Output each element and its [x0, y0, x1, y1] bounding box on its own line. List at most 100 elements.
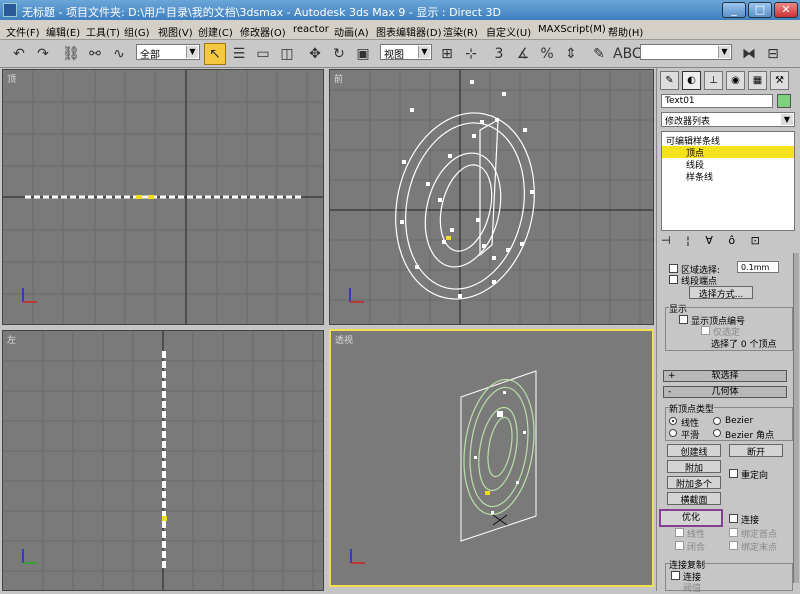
panel-scrollbar[interactable] [793, 253, 799, 583]
redo-icon[interactable]: ↷ [32, 43, 54, 65]
menu-file[interactable]: 文件(F) [6, 24, 40, 39]
maximize-button[interactable]: □ [748, 2, 772, 18]
area-select-value[interactable]: 0.1mm [737, 261, 779, 273]
chevron-down-icon: ▼ [186, 46, 198, 58]
snap-toggle-icon[interactable]: 3 [488, 43, 510, 65]
menu-maxscript[interactable]: MAXScript(M) [538, 24, 606, 35]
align-icon[interactable]: ⊟ [762, 43, 784, 65]
viewport-left[interactable]: 左 [2, 330, 324, 591]
modifier-list-dropdown[interactable]: 修改器列表 ▼ [661, 112, 795, 127]
rollup-minus-icon: - [668, 387, 672, 397]
select-manipulate-icon[interactable]: ⊹ [460, 43, 482, 65]
linear-checkbox-label: 线性 [687, 530, 706, 540]
configure-sets-icon[interactable]: ⊡ [751, 234, 766, 247]
attach-multiple-button[interactable]: 附加多个 [667, 476, 721, 490]
utilities-tab-icon[interactable]: ⚒ [770, 71, 789, 90]
selected-only-checkbox[interactable] [701, 326, 710, 335]
area-select-checkbox[interactable] [669, 264, 678, 273]
bind-space-warp-icon[interactable]: ∿ [108, 43, 130, 65]
viewport-perspective[interactable]: 透视 [329, 329, 654, 587]
window-crossing-icon[interactable]: ◫ [276, 43, 298, 65]
menu-modifiers[interactable]: 修改器(O) [240, 24, 286, 39]
menu-graph-editors[interactable]: 图表编辑器(D) [376, 24, 442, 39]
select-object-icon[interactable]: ↖ [204, 43, 226, 65]
refine-button[interactable]: 优化 [659, 509, 723, 527]
select-by-button[interactable]: 选择方式... [689, 286, 753, 300]
spinner-snap-icon[interactable]: ⇕ [560, 43, 582, 65]
menu-reactor[interactable]: reactor [293, 24, 329, 35]
menu-tools[interactable]: 工具(T) [86, 24, 120, 39]
pin-stack-icon[interactable]: ⊣ [661, 234, 677, 247]
reference-coordinate-dropdown[interactable]: 视图 ▼ [380, 44, 432, 61]
select-by-name-icon[interactable]: ☰ [228, 43, 250, 65]
coord-system-value: 视图 [384, 50, 404, 61]
closed-checkbox[interactable] [675, 541, 684, 550]
window-title: 无标题 - 项目文件夹: D:\用户目录\我的文档\3dsmax - Autod… [22, 6, 501, 19]
show-vertex-numbers-checkbox[interactable] [679, 315, 688, 324]
bind-last-checkbox[interactable] [729, 541, 738, 550]
break-button[interactable]: 断开 [729, 444, 783, 458]
bezier-corner-radio[interactable] [713, 429, 721, 437]
menu-help[interactable]: 帮助(H) [608, 24, 643, 39]
geometry-rollup[interactable]: - 几何体 [663, 386, 787, 398]
segment-end-checkbox[interactable] [669, 275, 678, 284]
select-link-icon[interactable]: ⛓ [60, 43, 82, 65]
minimize-button[interactable]: _ [722, 2, 746, 18]
stack-item-segment[interactable]: 线段 [662, 158, 794, 171]
object-name-field[interactable]: Text01 [661, 94, 773, 108]
menu-create[interactable]: 创建(C) [198, 24, 233, 39]
menu-group[interactable]: 组(G) [124, 24, 150, 39]
unlink-icon[interactable]: ⚯ [84, 43, 106, 65]
create-tab-icon[interactable]: ✎ [660, 71, 679, 90]
select-and-rotate-icon[interactable]: ↻ [328, 43, 350, 65]
hierarchy-tab-icon[interactable]: ⊥ [704, 71, 723, 90]
viewport-top-canvas [3, 70, 323, 324]
motion-tab-icon[interactable]: ◉ [726, 71, 745, 90]
create-line-button[interactable]: 创建线 [667, 444, 721, 458]
close-button[interactable]: ✕ [774, 2, 798, 18]
menu-rendering[interactable]: 渲染(R) [443, 24, 478, 39]
display-tab-icon[interactable]: ▦ [748, 71, 767, 90]
undo-icon[interactable]: ↶ [8, 43, 30, 65]
pivot-point-icon[interactable]: ⊞ [436, 43, 458, 65]
edit-named-selection-icon[interactable]: ✎ [588, 43, 610, 65]
stack-item-vertex[interactable]: 顶点 [662, 146, 794, 159]
attach-button[interactable]: 附加 [667, 460, 721, 474]
show-end-result-icon[interactable]: ¦ [686, 234, 696, 247]
named-selection-icon[interactable]: ABC [612, 43, 642, 65]
title-bar: 无标题 - 项目文件夹: D:\用户目录\我的文档\3dsmax - Autod… [0, 0, 800, 20]
new-vertex-type-label: 新顶点类型 [669, 402, 715, 415]
percent-snap-icon[interactable]: % [536, 43, 558, 65]
menu-bar: 文件(F) 编辑(E) 工具(T) 组(G) 视图(V) 创建(C) 修改器(O… [0, 20, 800, 40]
viewport-top[interactable]: 顶 [2, 69, 324, 325]
rectangular-selection-icon[interactable]: ▭ [252, 43, 274, 65]
select-and-scale-icon[interactable]: ▣ [352, 43, 374, 65]
menu-animation[interactable]: 动画(A) [334, 24, 369, 39]
menu-edit[interactable]: 编辑(E) [46, 24, 80, 39]
selection-filter-dropdown[interactable]: 全部 ▼ [136, 44, 200, 61]
cross-section-button[interactable]: 横截面 [667, 492, 721, 506]
menu-customize[interactable]: 自定义(U) [486, 24, 531, 39]
stack-item-spline[interactable]: 样条线 [662, 170, 794, 183]
select-and-move-icon[interactable]: ✥ [304, 43, 326, 65]
modify-tab-icon[interactable]: ◐ [682, 71, 701, 90]
smooth-radio[interactable] [669, 429, 677, 437]
stack-item-editable-spline[interactable]: 可编辑样条线 [662, 134, 794, 147]
object-color-swatch[interactable] [777, 94, 791, 108]
named-selection-sets-dropdown[interactable]: ▼ [640, 44, 732, 60]
linear-checkbox[interactable] [675, 528, 684, 537]
angle-snap-icon[interactable]: ∡ [512, 43, 534, 65]
menu-view[interactable]: 视图(V) [158, 24, 193, 39]
mirror-icon[interactable]: ⧓ [738, 43, 760, 65]
connect-copy-checkbox[interactable] [671, 571, 680, 580]
remove-modifier-icon[interactable]: ô [728, 234, 741, 247]
display-group-label: 显示 [669, 302, 688, 315]
linear-radio[interactable] [669, 417, 677, 425]
reorient-checkbox[interactable] [729, 469, 738, 478]
soft-selection-rollup[interactable]: + 软选择 [663, 370, 787, 382]
bezier-radio[interactable] [713, 417, 721, 425]
viewport-front[interactable]: 前 [329, 69, 654, 325]
connect-checkbox[interactable] [729, 514, 738, 523]
make-unique-icon[interactable]: ∀ [705, 234, 719, 247]
bind-first-checkbox[interactable] [729, 528, 738, 537]
